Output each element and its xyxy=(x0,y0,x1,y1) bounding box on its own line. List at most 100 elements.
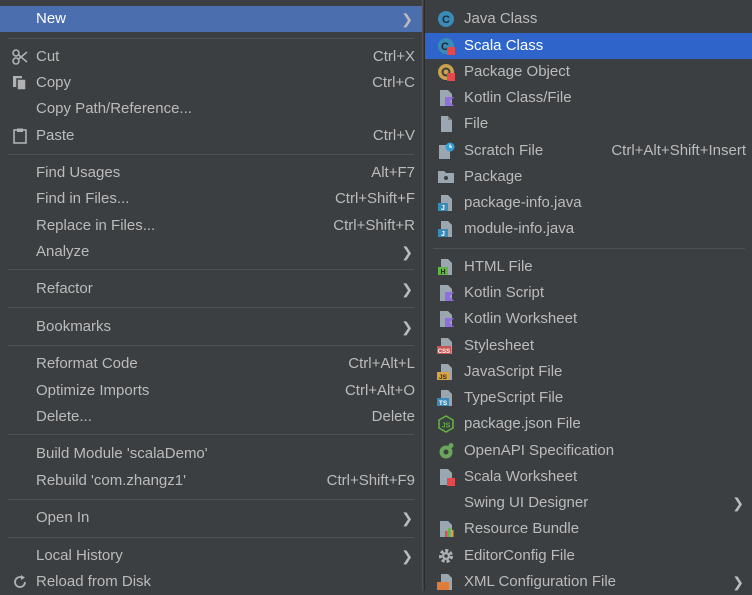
menu-item-build-module[interactable]: Build Module 'scalaDemo' xyxy=(0,441,422,467)
separator xyxy=(8,269,414,270)
menu-item-label: EditorConfig File xyxy=(464,547,575,564)
separator xyxy=(8,307,414,308)
svg-text:TS: TS xyxy=(439,400,448,407)
openapi-icon xyxy=(439,443,454,459)
new-item-java-class[interactable]: C Java Class xyxy=(425,6,752,32)
chevron-right-icon: ❯ xyxy=(732,574,744,590)
separator xyxy=(433,248,745,249)
menu-item-shortcut: Alt+F7 xyxy=(371,164,415,181)
menu-item-delete[interactable]: Delete... Delete xyxy=(0,404,422,430)
new-submenu: C Java Class C Scala Class Package Objec… xyxy=(424,0,752,591)
menu-item-shortcut: Ctrl+V xyxy=(372,127,415,144)
typescript-file-icon: TS xyxy=(437,390,452,407)
new-item-kotlin-script[interactable]: Kotlin Script xyxy=(425,280,752,306)
new-item-kotlin-class[interactable]: Kotlin Class/File xyxy=(425,85,752,111)
svg-text:J: J xyxy=(441,205,445,212)
menu-item-local-history[interactable]: Local History ❯ xyxy=(0,543,422,569)
menu-item-label: Refactor xyxy=(36,280,93,297)
menu-item-open-in[interactable]: Open In ❯ xyxy=(0,505,422,531)
menu-item-label: Cut xyxy=(36,48,60,65)
context-menu: New ❯ Cut Ctrl+X Copy Ctrl+C Copy Path/R… xyxy=(0,0,423,591)
chevron-right-icon: ❯ xyxy=(732,495,744,511)
scala-class-icon: C xyxy=(438,38,455,55)
menu-item-analyze[interactable]: Analyze ❯ xyxy=(0,239,422,265)
new-item-stylesheet[interactable]: CSS Stylesheet xyxy=(425,333,752,359)
svg-text:J: J xyxy=(441,231,445,238)
menu-item-label: Open In xyxy=(36,509,90,526)
menu-item-label: Scala Worksheet xyxy=(464,468,578,485)
menu-item-label: Kotlin Script xyxy=(464,284,545,301)
new-item-scratch-file[interactable]: Scratch File Ctrl+Alt+Shift+Insert xyxy=(425,138,752,164)
chevron-right-icon: ❯ xyxy=(401,510,413,526)
menu-item-replace-in-files[interactable]: Replace in Files... Ctrl+Shift+R xyxy=(0,213,422,239)
menu-item-label: Stylesheet xyxy=(464,337,535,354)
gear-icon xyxy=(439,549,453,563)
new-item-typescript-file[interactable]: TS TypeScript File xyxy=(425,385,752,411)
separator xyxy=(8,434,414,435)
menu-item-label: Find in Files... xyxy=(36,190,130,207)
new-item-swing-ui-designer[interactable]: Swing UI Designer ❯ xyxy=(425,490,752,516)
new-item-file[interactable]: File xyxy=(425,111,752,137)
html-file-icon: H xyxy=(438,259,452,276)
menu-item-paste[interactable]: Paste Ctrl+V xyxy=(0,123,422,149)
menu-item-shortcut: Ctrl+X xyxy=(372,48,415,65)
chevron-right-icon: ❯ xyxy=(401,11,413,27)
menu-item-bookmarks[interactable]: Bookmarks ❯ xyxy=(0,314,422,340)
menu-item-label: package.json File xyxy=(464,415,581,432)
new-item-package[interactable]: Package xyxy=(425,164,752,190)
menu-item-label: Reload from Disk xyxy=(36,573,152,590)
new-item-package-info[interactable]: J package-info.java xyxy=(425,190,752,216)
menu-item-label: Delete... xyxy=(36,408,92,425)
resource-bundle-icon xyxy=(440,521,454,537)
menu-item-reload-from-disk[interactable]: Reload from Disk xyxy=(0,569,422,595)
menu-item-label: Java Class xyxy=(464,10,538,27)
svg-text:JS: JS xyxy=(442,423,451,430)
menu-item-find-in-files[interactable]: Find in Files... Ctrl+Shift+F xyxy=(0,186,422,212)
menu-item-label: OpenAPI Specification xyxy=(464,442,615,459)
menu-item-label: Copy Path/Reference... xyxy=(36,100,192,117)
menu-item-label: New xyxy=(36,10,67,27)
kotlin-worksheet-icon xyxy=(440,311,454,327)
new-item-resource-bundle[interactable]: Resource Bundle xyxy=(425,516,752,542)
menu-item-label: HTML File xyxy=(464,258,533,275)
menu-item-cut[interactable]: Cut Ctrl+X xyxy=(0,44,422,70)
kotlin-file-icon xyxy=(440,90,454,106)
menu-item-label: Package xyxy=(464,168,523,185)
chevron-right-icon: ❯ xyxy=(401,319,413,335)
new-item-javascript-file[interactable]: JS JavaScript File xyxy=(425,359,752,385)
menu-item-label: Replace in Files... xyxy=(36,217,156,234)
menu-item-label: Find Usages xyxy=(36,164,121,181)
new-item-xml-config[interactable]: XML Configuration File ❯ xyxy=(425,569,752,595)
file-icon xyxy=(441,116,452,132)
menu-item-reformat-code[interactable]: Reformat Code Ctrl+Alt+L xyxy=(0,351,422,377)
menu-item-label: Scratch File xyxy=(464,142,544,159)
menu-item-refactor[interactable]: Refactor ❯ xyxy=(0,276,422,302)
menu-item-label: Resource Bundle xyxy=(464,520,580,537)
menu-item-label: File xyxy=(464,115,489,132)
menu-item-label: Rebuild 'com.zhangz1' xyxy=(36,472,186,489)
menu-item-optimize-imports[interactable]: Optimize Imports Ctrl+Alt+O xyxy=(0,378,422,404)
new-item-editorconfig[interactable]: EditorConfig File xyxy=(425,543,752,569)
menu-item-new[interactable]: New ❯ xyxy=(0,6,422,32)
new-item-scala-class[interactable]: C Scala Class xyxy=(425,33,752,59)
svg-text:C: C xyxy=(442,14,450,26)
new-item-module-info[interactable]: J module-info.java xyxy=(425,216,752,242)
menu-item-label: Package Object xyxy=(464,63,570,80)
menu-item-label: Copy xyxy=(36,74,72,91)
menu-item-rebuild[interactable]: Rebuild 'com.zhangz1' Ctrl+Shift+F9 xyxy=(0,468,422,494)
menu-item-copy-path[interactable]: Copy Path/Reference... xyxy=(0,96,422,122)
new-item-scala-worksheet[interactable]: Scala Worksheet xyxy=(425,464,752,490)
new-item-html-file[interactable]: H HTML File xyxy=(425,254,752,280)
kotlin-script-icon xyxy=(440,285,454,301)
menu-item-shortcut: Ctrl+C xyxy=(372,74,415,91)
new-item-package-json[interactable]: JS package.json File xyxy=(425,411,752,437)
menu-item-label: Analyze xyxy=(36,243,90,260)
chevron-right-icon: ❯ xyxy=(401,281,413,297)
menu-item-label: package-info.java xyxy=(464,194,582,211)
menu-item-find-usages[interactable]: Find Usages Alt+F7 xyxy=(0,160,422,186)
scissors-icon xyxy=(12,49,28,65)
new-item-package-object[interactable]: Package Object xyxy=(425,59,752,85)
new-item-kotlin-worksheet[interactable]: Kotlin Worksheet xyxy=(425,306,752,332)
menu-item-copy[interactable]: Copy Ctrl+C xyxy=(0,70,422,96)
new-item-openapi[interactable]: OpenAPI Specification xyxy=(425,438,752,464)
